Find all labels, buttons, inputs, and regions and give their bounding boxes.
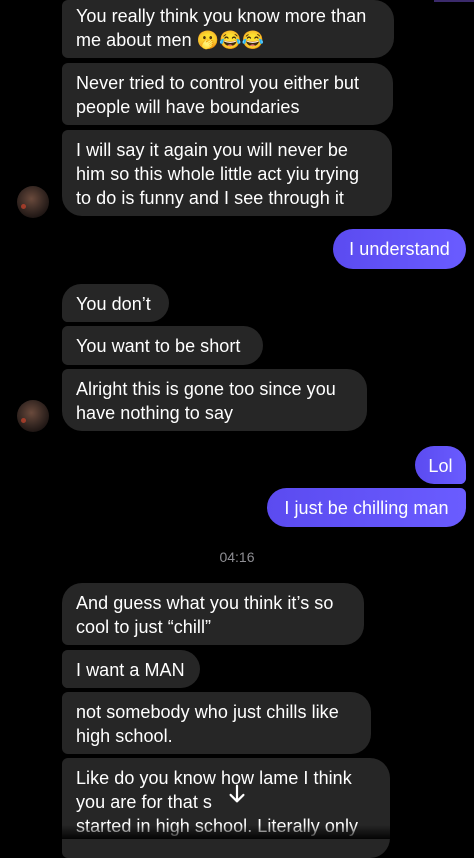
message-line: And guess what you think it’s so [76, 593, 334, 613]
incoming-message[interactable]: Like do you know how lame I think you ar… [62, 758, 390, 858]
message-line: Never tried to control you either but [76, 73, 359, 93]
message-line: Alright this is gone too since you [76, 379, 336, 399]
message-line: You don’t [76, 294, 151, 314]
message-line: started in high school. Literally only [76, 816, 359, 836]
message-line: him so this whole little act yiu trying [76, 164, 360, 184]
incoming-message[interactable]: And guess what you think it’s so cool to… [62, 583, 364, 645]
message-line: not somebody who just chills like [76, 702, 339, 722]
message-line: You really think you know more than [76, 6, 367, 26]
message-line: I will say it again you will never be [76, 140, 348, 160]
message-line: You want to be short [76, 336, 241, 356]
incoming-message[interactable]: You really think you know more than me a… [62, 0, 394, 58]
message-line: people will have boundaries [76, 97, 300, 117]
message-line: cool to just “chill” [76, 617, 212, 637]
contact-avatar[interactable] [17, 186, 49, 218]
message-line: I just be chilling man [284, 498, 449, 518]
incoming-message[interactable]: Alright this is gone too since you have … [62, 369, 367, 431]
message-line: I understand [349, 239, 450, 259]
incoming-message[interactable]: I will say it again you will never be hi… [62, 130, 392, 216]
incoming-message[interactable]: I want a MAN [62, 650, 200, 688]
arrow-down-icon [229, 784, 245, 803]
incoming-message[interactable]: not somebody who just chills like high s… [62, 692, 371, 754]
message-line: high school. [76, 726, 173, 746]
message-line: me about men 🫢😂😂 [76, 28, 380, 52]
message-line-text: me about men 🫢😂😂 [76, 30, 265, 50]
message-timestamp: 04:16 [219, 549, 255, 565]
outgoing-message[interactable]: I just be chilling man [267, 488, 466, 527]
incoming-message[interactable]: You don’t [62, 284, 169, 322]
message-line: Lol [428, 456, 453, 476]
outgoing-message[interactable]: Lol [415, 446, 466, 484]
message-line: to do is funny and I see through it [76, 188, 344, 208]
message-line: I want a MAN [76, 660, 185, 680]
message-thread[interactable]: You really think you know more than me a… [0, 0, 474, 858]
scroll-to-bottom-button[interactable] [223, 780, 251, 808]
incoming-message[interactable]: You want to be short [62, 326, 263, 365]
incoming-message[interactable]: Never tried to control you either but pe… [62, 63, 393, 125]
message-line: have nothing to say [76, 403, 234, 423]
outgoing-message[interactable]: I understand [333, 229, 466, 269]
contact-avatar[interactable] [17, 400, 49, 432]
header-edge [434, 0, 474, 2]
